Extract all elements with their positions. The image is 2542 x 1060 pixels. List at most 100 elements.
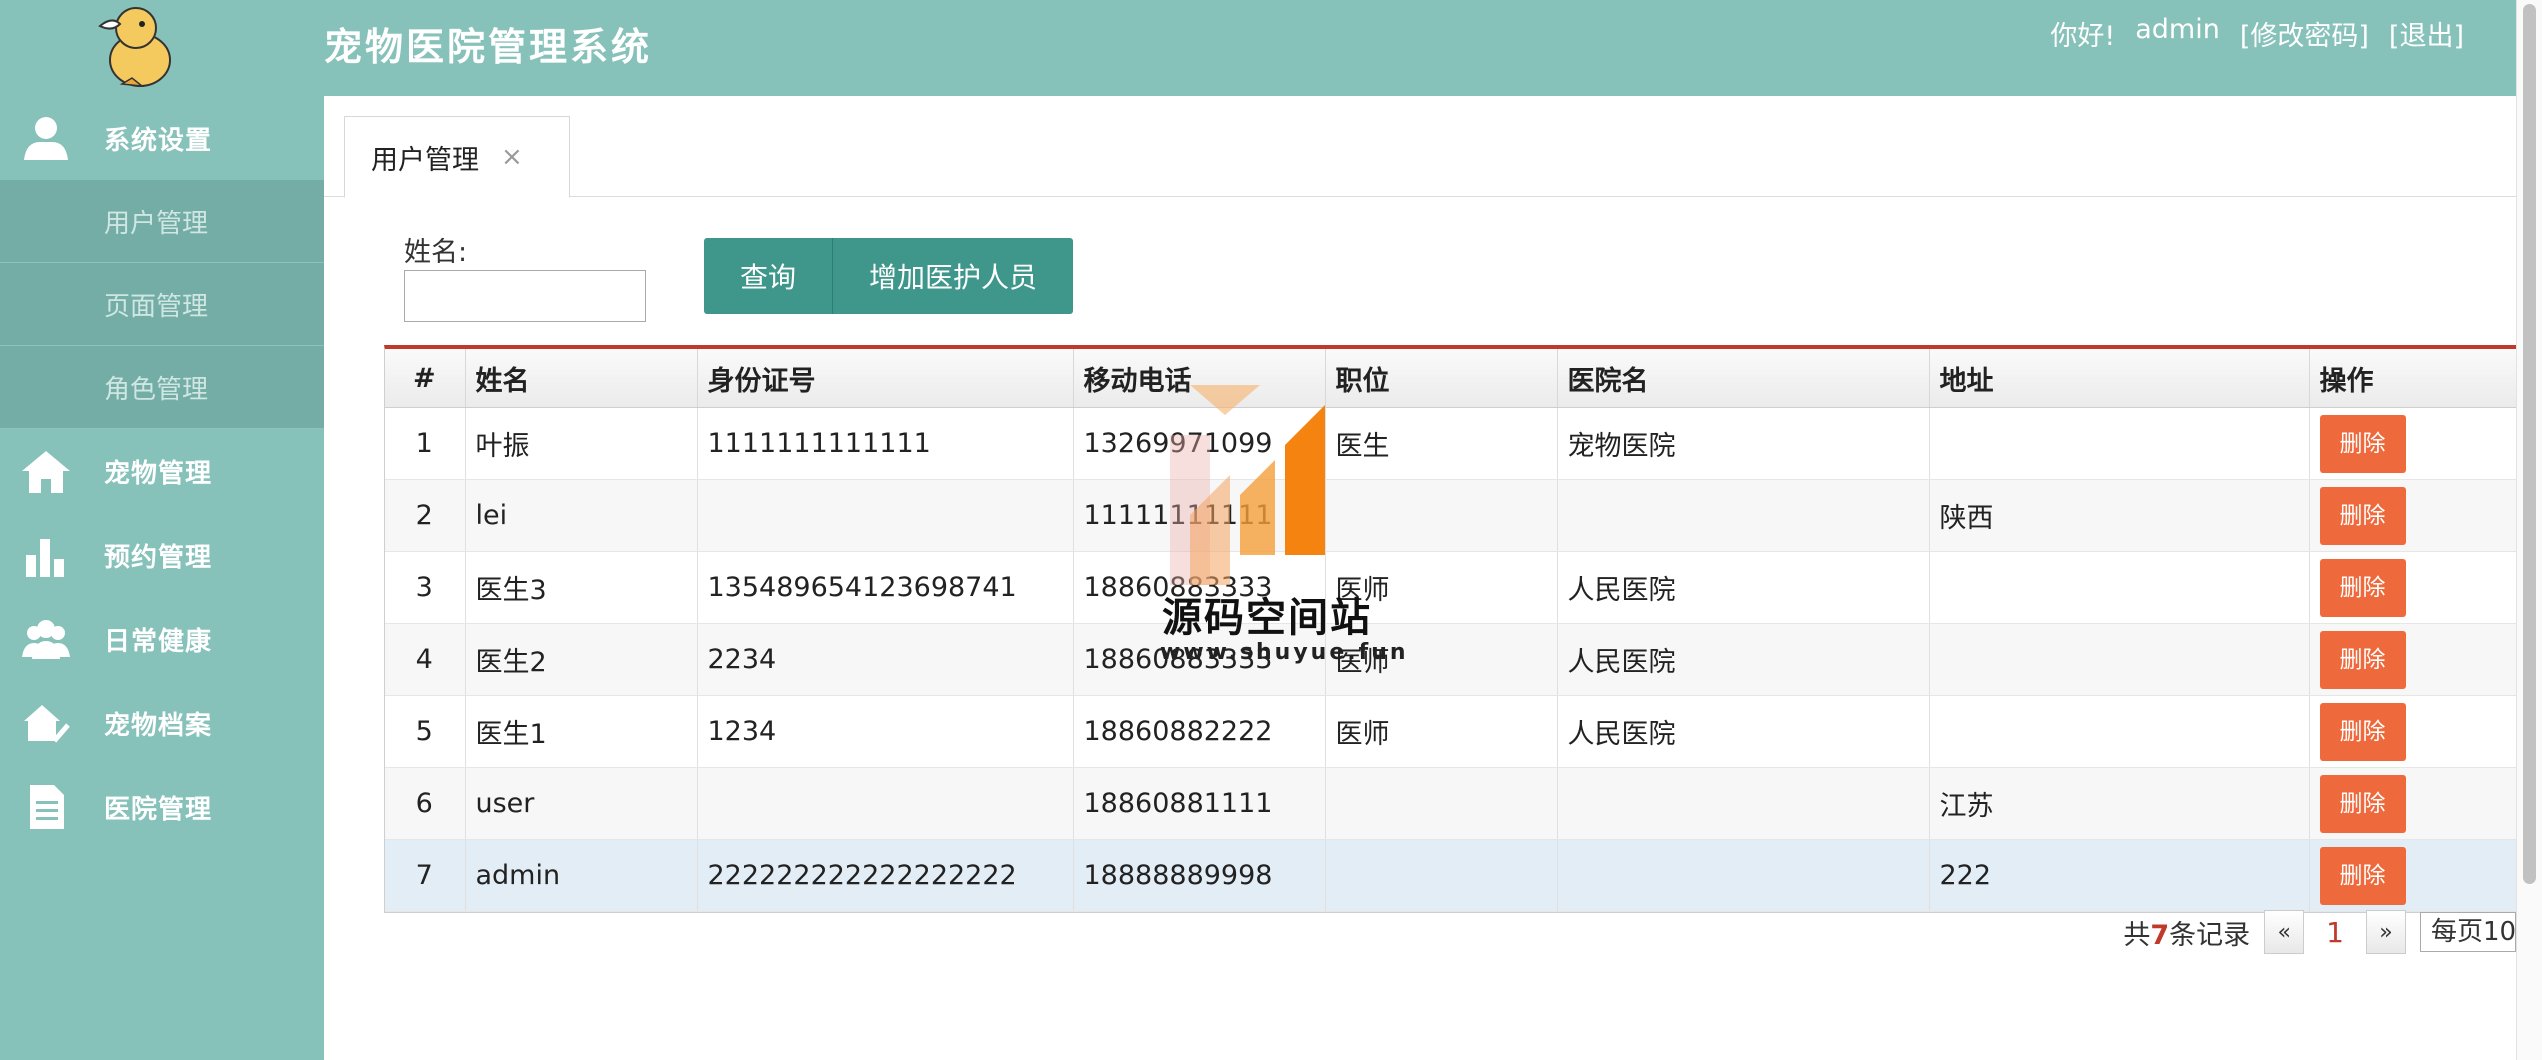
logout-link[interactable]: [退出] xyxy=(2389,14,2464,53)
column-header: # xyxy=(385,349,466,408)
change-password-link[interactable]: [修改密码] xyxy=(2240,14,2369,53)
cell-hospital xyxy=(1557,767,1930,840)
username-text: admin xyxy=(2135,14,2220,45)
sidebar-item-pet-management[interactable]: 宠物管理 xyxy=(0,429,324,513)
sidebar-item-label: 宠物档案 xyxy=(104,710,213,741)
record-total: 7 xyxy=(2150,919,2170,951)
cell-idx: 7 xyxy=(385,839,466,912)
user-table: # 姓名 身份证号 移动电话 职位 医院名 地址 操作 1 叶振 111111111… xyxy=(384,345,2518,913)
cell-hospital xyxy=(1557,839,1930,912)
submenu-item-user-management[interactable]: 用户管理 xyxy=(0,180,324,263)
delete-button[interactable]: 删除 xyxy=(2319,702,2406,761)
close-icon[interactable]: × xyxy=(501,142,523,172)
record-count-suffix: 条记录 xyxy=(2169,919,2251,951)
submenu-item-page-management[interactable]: 页面管理 xyxy=(0,263,324,346)
sidebar-item-hospital-management[interactable]: 医院管理 xyxy=(0,765,324,849)
scrollbar-thumb[interactable] xyxy=(2523,4,2536,884)
cell-hospital: 人民医院 xyxy=(1557,695,1930,768)
sidebar-item-label: 系统设置 xyxy=(104,125,213,156)
page-scrollbar[interactable] xyxy=(2516,0,2542,1060)
table-row[interactable]: 1 叶振 1111111111111 13269971099 医生 宠物医院 删除 xyxy=(385,407,2518,480)
next-page-button[interactable]: » xyxy=(2366,910,2406,954)
cell-name: user xyxy=(465,767,698,840)
name-search-input[interactable] xyxy=(404,270,646,322)
cell-action: 删除 xyxy=(2309,551,2518,624)
cell-addr xyxy=(1929,551,2310,624)
pagination: 共7条记录 « 1 » 每页10 xyxy=(2123,910,2516,954)
tab-bar: 用户管理 × xyxy=(324,96,2516,198)
duck-logo-icon xyxy=(98,7,171,87)
column-header: 医院名 xyxy=(1557,349,1930,408)
table-row[interactable]: 4 医生2 2234 18860883333 医师 人民医院 删除 xyxy=(385,623,2518,696)
sidebar-item-appointment-management[interactable]: 预约管理 xyxy=(0,513,324,597)
column-header: 地址 xyxy=(1929,349,2310,408)
cell-title xyxy=(1325,767,1558,840)
sidebar-item-system-settings[interactable]: 系统设置 xyxy=(0,96,324,180)
bar-chart-icon xyxy=(26,539,64,577)
table-row[interactable]: 6 user 18860881111 江苏 删除 xyxy=(385,767,2518,840)
cell-name: 叶振 xyxy=(465,407,698,480)
watermark-url: www.shuyue.fun xyxy=(1160,640,1409,665)
cell-action: 删除 xyxy=(2309,767,2518,840)
cell-idx: 6 xyxy=(385,767,466,840)
delete-button[interactable]: 删除 xyxy=(2319,558,2406,617)
group-icon xyxy=(22,620,70,659)
cell-idx: 3 xyxy=(385,551,466,624)
cell-name: 医生3 xyxy=(465,551,698,624)
user-bar: 你好! admin [修改密码] [退出] xyxy=(2050,14,2464,53)
cell-phone: 18888889998 xyxy=(1073,839,1326,912)
current-page[interactable]: 1 xyxy=(2318,916,2352,949)
column-header: 身份证号 xyxy=(697,349,1074,408)
delete-button[interactable]: 删除 xyxy=(2319,846,2406,905)
table-row[interactable]: 7 admin 222222222222222222 18888889998 222 删除 xyxy=(385,839,2518,912)
pet-check-icon xyxy=(24,705,70,743)
cell-addr: 陕西 xyxy=(1929,479,2310,552)
cell-action: 删除 xyxy=(2309,695,2518,768)
sidebar: 系统设置 用户管理 页面管理 角色管理 宠物管理 预约管理 日常健康 宠物档案 … xyxy=(0,96,324,1060)
cell-title xyxy=(1325,839,1558,912)
tab-label: 用户管理 xyxy=(371,144,479,176)
tab-user-management[interactable]: 用户管理 × xyxy=(344,116,570,198)
cell-hospital: 人民医院 xyxy=(1557,623,1930,696)
cell-action: 删除 xyxy=(2309,623,2518,696)
cell-name: lei xyxy=(465,479,698,552)
cell-addr: 222 xyxy=(1929,839,2310,912)
submenu-item-role-management[interactable]: 角色管理 xyxy=(0,346,324,429)
cell-hospital: 人民医院 xyxy=(1557,551,1930,624)
cell-id xyxy=(697,767,1074,840)
record-count-prefix: 共 xyxy=(2123,919,2151,951)
user-icon xyxy=(24,117,68,160)
sidebar-item-daily-health[interactable]: 日常健康 xyxy=(0,597,324,681)
cell-title: 医师 xyxy=(1325,695,1558,768)
sidebar-item-label: 日常健康 xyxy=(104,626,213,657)
prev-page-button[interactable]: « xyxy=(2264,910,2305,954)
delete-button[interactable]: 删除 xyxy=(2319,486,2406,545)
add-staff-button[interactable]: 增加医护人员 xyxy=(833,238,1074,314)
document-icon xyxy=(30,785,64,829)
delete-button[interactable]: 删除 xyxy=(2319,414,2406,473)
delete-button[interactable]: 删除 xyxy=(2319,774,2406,833)
cell-idx: 4 xyxy=(385,623,466,696)
cell-addr xyxy=(1929,623,2310,696)
record-count: 共7条记录 xyxy=(2123,913,2250,952)
cell-id xyxy=(697,479,1074,552)
table-row[interactable]: 3 医生3 135489654123698741 18860883333 医师 人民医院删… xyxy=(385,551,2518,624)
cell-phone: 18860881111 xyxy=(1073,767,1326,840)
cell-hospital: 宠物医院 xyxy=(1557,407,1930,480)
query-button[interactable]: 查询 xyxy=(704,238,834,314)
page-size-select[interactable]: 每页10 xyxy=(2420,912,2516,952)
column-header: 姓名 xyxy=(465,349,698,408)
table-row[interactable]: 5 医生1 1234 18860882222 医师 人民医院 删除 xyxy=(385,695,2518,768)
cell-id: 222222222222222222 xyxy=(697,839,1074,912)
table-row[interactable]: 2 lei 11111111111 陕西 删除 xyxy=(385,479,2518,552)
top-header: 宠物医院管理系统 你好! admin [修改密码] [退出] xyxy=(0,0,2542,96)
table-header-row: # 姓名 身份证号 移动电话 职位 医院名 地址 操作 xyxy=(385,349,2518,408)
watermark-text: 源码空间站 xyxy=(1162,595,1372,641)
greeting-text: 你好! xyxy=(2050,21,2116,52)
sidebar-item-label: 宠物管理 xyxy=(104,458,213,489)
cell-action: 删除 xyxy=(2309,479,2518,552)
sidebar-item-pet-records[interactable]: 宠物档案 xyxy=(0,681,324,765)
name-label: 姓名: xyxy=(404,237,468,268)
cell-phone: 18860882222 xyxy=(1073,695,1326,768)
delete-button[interactable]: 删除 xyxy=(2319,630,2406,689)
